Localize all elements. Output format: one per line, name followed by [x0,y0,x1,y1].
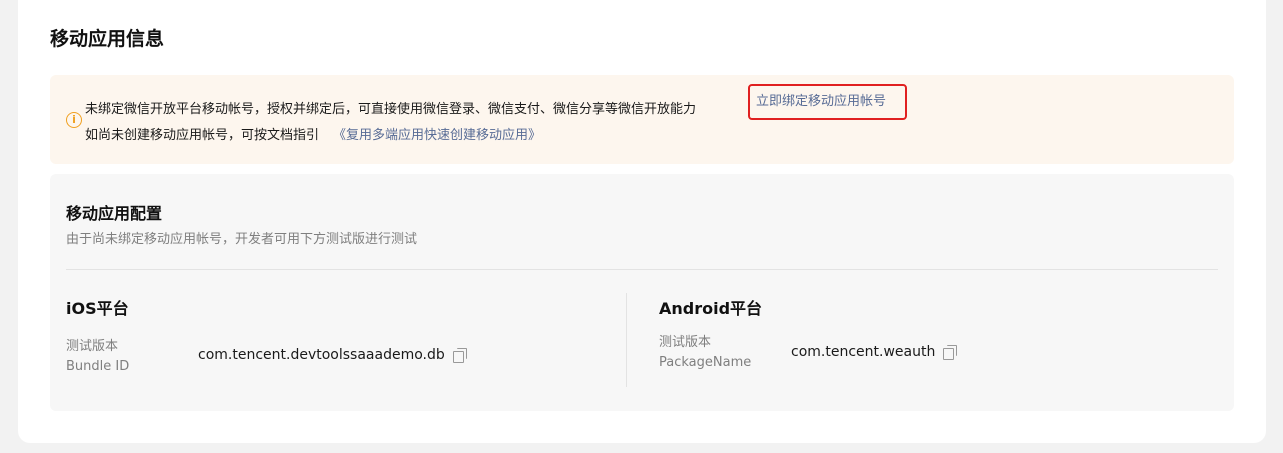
android-package-name-value: com.tencent.weauth [791,344,958,360]
ios-bundle-id-text: com.tencent.devtoolssaaademo.db [198,347,445,363]
ios-platform-title: iOS平台 [66,299,129,318]
config-description: 由于尚未绑定移动应用帐号，开发者可用下方测试版进行测试 [66,232,418,247]
info-icon: i [66,112,82,128]
unbound-notice: i 未绑定微信开放平台移动帐号，授权并绑定后，可直接使用微信登录、微信支付、微信… [50,75,1234,164]
android-label-line2: PackageName [659,355,752,370]
ios-label-line2: Bundle ID [66,359,130,374]
ios-label-line1: 测试版本 [66,339,119,354]
android-test-label: 测试版本 PackageName [659,333,751,373]
config-title: 移动应用配置 [66,204,163,223]
vertical-divider [626,293,627,387]
copy-icon[interactable] [943,345,958,360]
mobile-app-config-panel: 移动应用配置 由于尚未绑定移动应用帐号，开发者可用下方测试版进行测试 iOS平台… [50,174,1234,411]
bind-mobile-app-link[interactable]: 立即绑定移动应用帐号 [748,84,907,120]
mobile-app-info-card: 移动应用信息 i 未绑定微信开放平台移动帐号，授权并绑定后，可直接使用微信登录、… [18,0,1266,443]
copy-icon[interactable] [452,348,467,363]
android-label-line1: 测试版本 [659,335,712,350]
divider [66,269,1218,270]
notice-text-line2: 如尚未创建移动应用帐号，可按文档指引 《复用多端应用快速创建移动应用》 [85,124,541,143]
notice-text-line1: 未绑定微信开放平台移动帐号，授权并绑定后，可直接使用微信登录、微信支付、微信分享… [85,102,697,117]
ios-test-label: 测试版本 Bundle ID [66,337,129,377]
notice-guide-text: 如尚未创建移动应用帐号，可按文档指引 [85,128,320,143]
ios-bundle-id-value: com.tencent.devtoolssaaademo.db [198,347,467,363]
android-package-name-text: com.tencent.weauth [791,344,936,360]
section-title: 移动应用信息 [50,28,165,50]
doc-guide-link[interactable]: 《复用多端应用快速创建移动应用》 [333,128,541,143]
android-platform-title: Android平台 [659,299,763,318]
